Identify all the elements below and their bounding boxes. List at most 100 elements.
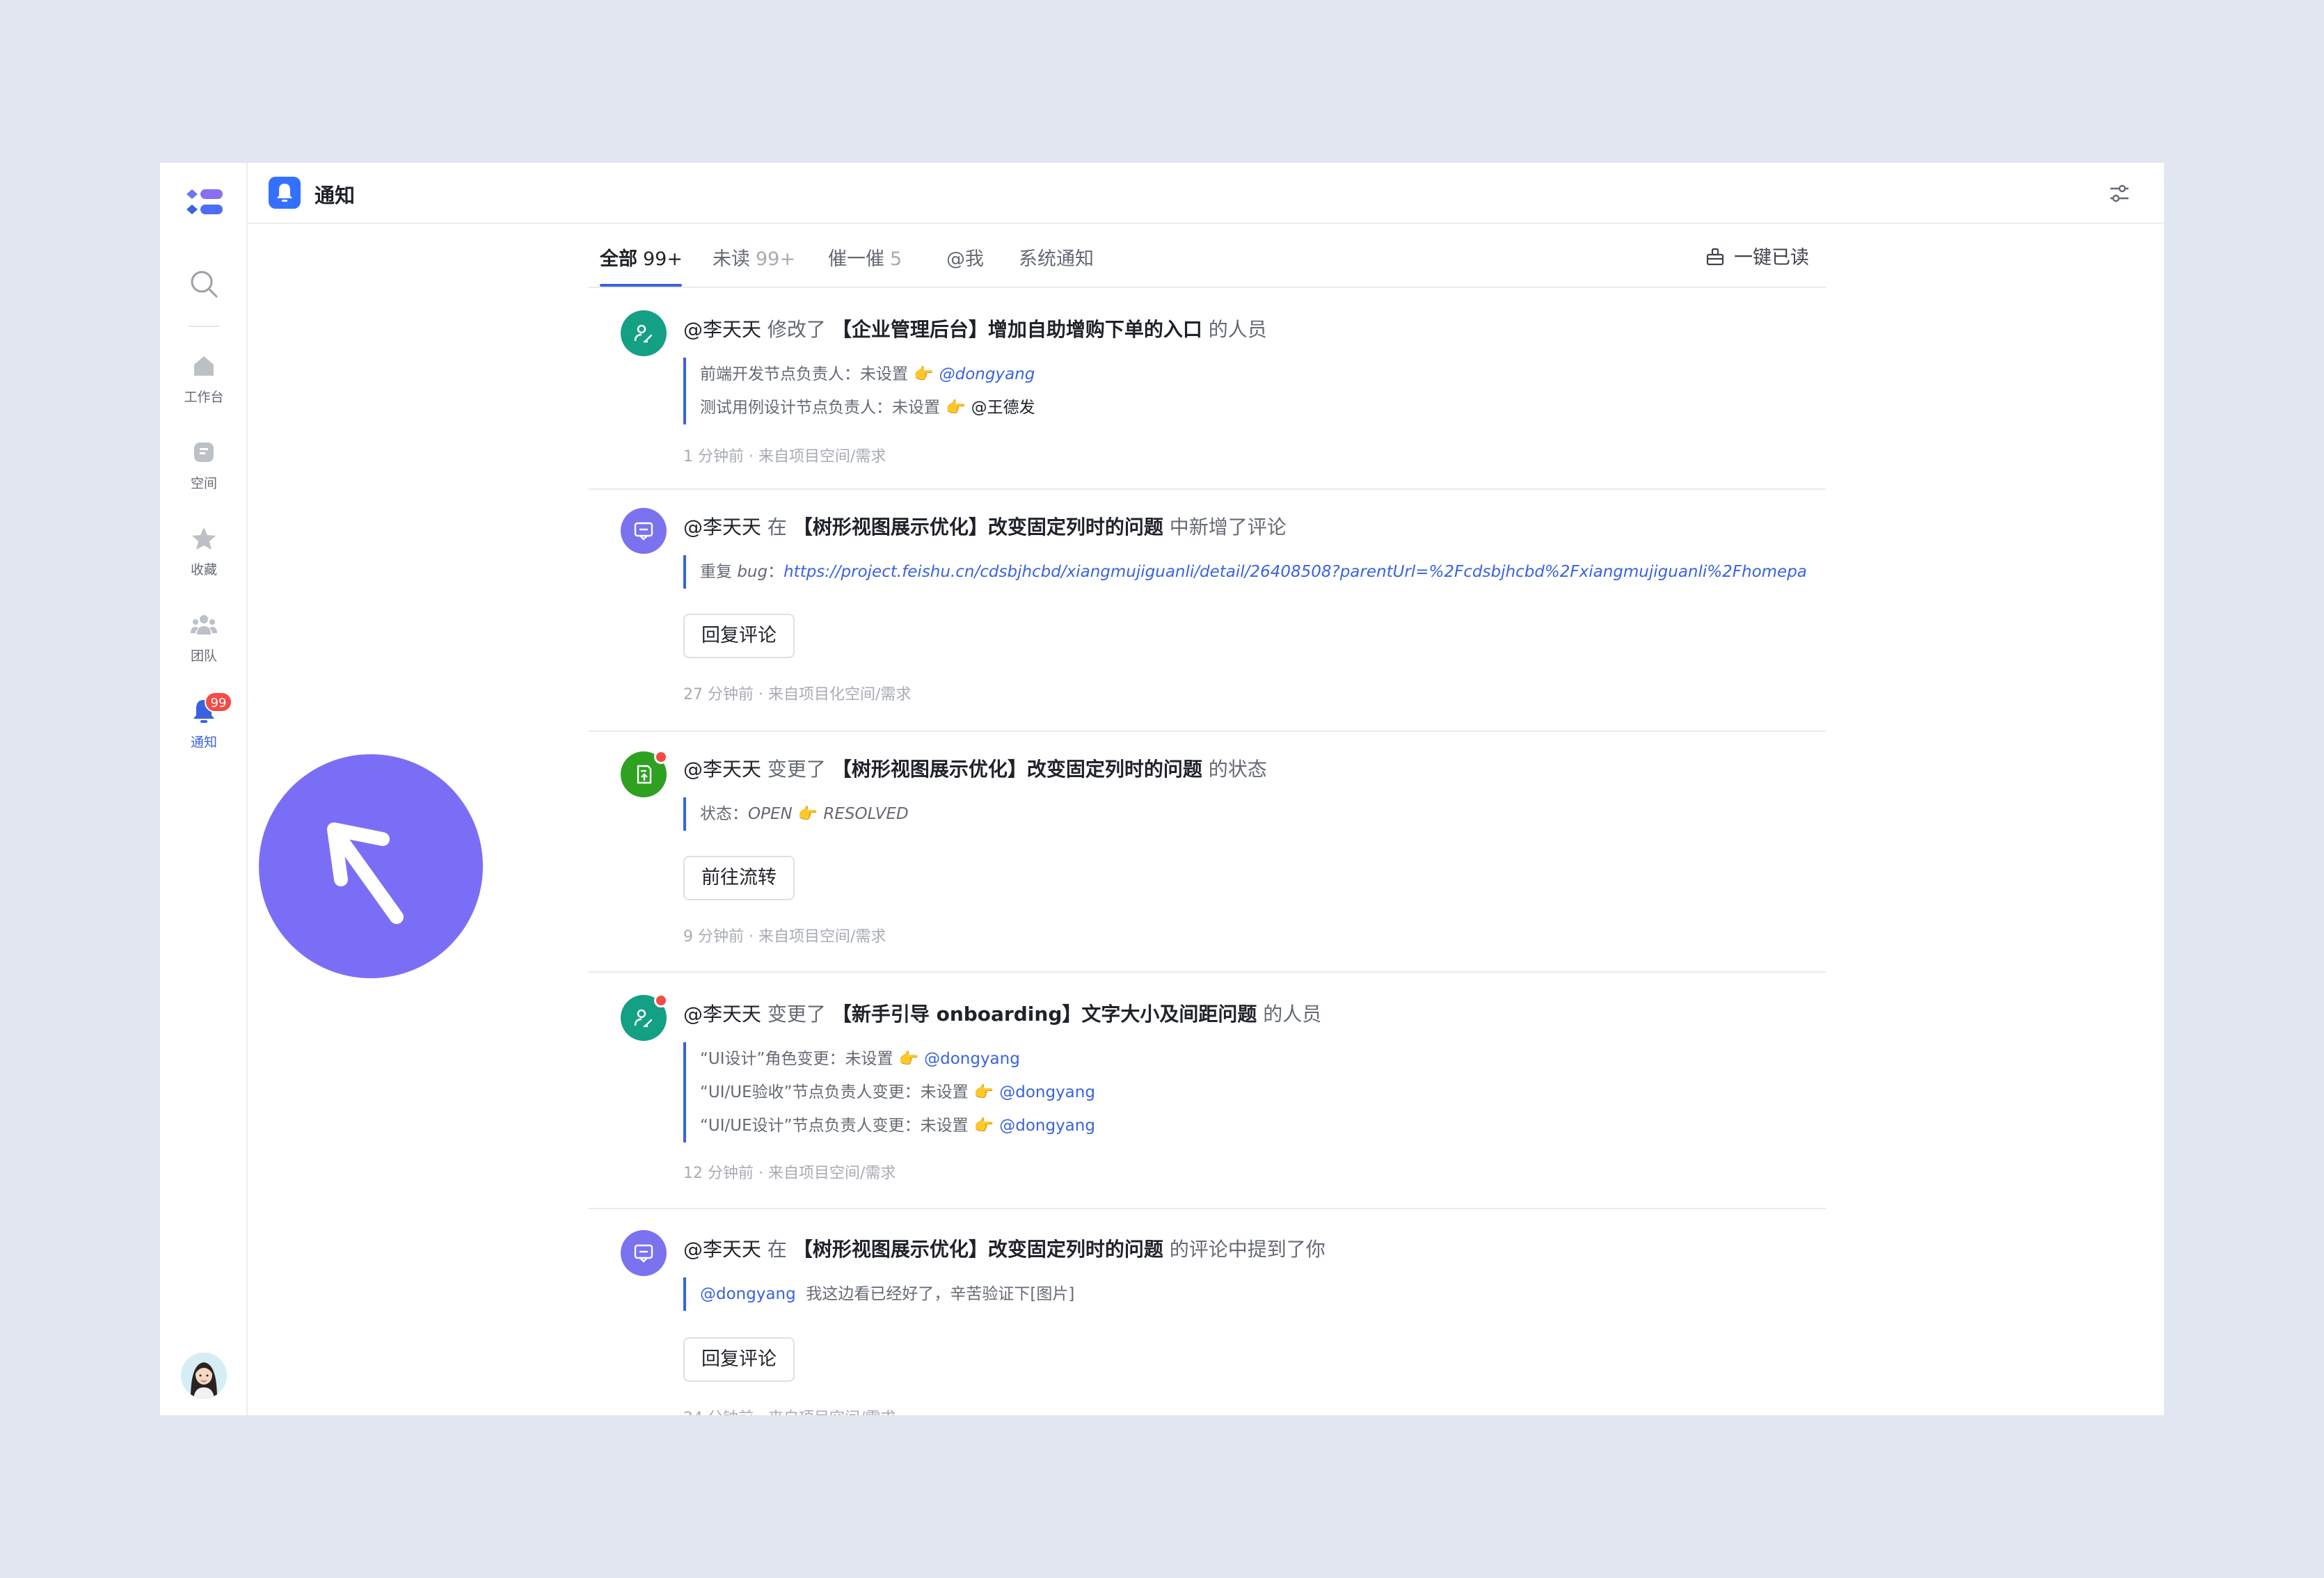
notification-item[interactable]: @李天天 修改了 【企业管理后台】增加自助增购下单的入口 的人员 前端开发节点负… [589,289,1826,490]
notification-meta: 24 分钟前 · 来自项目空间/需求 [683,1405,896,1415]
status-transfer-icon [637,765,652,784]
tab-all[interactable]: 全部 99+ [600,244,683,271]
tab-label: 催一催 [828,248,884,270]
cursor-highlight [259,754,483,978]
actor-name[interactable]: @李天天 [683,516,761,539]
comment-icon-circle [621,508,667,554]
pointing-hand-icon: 👉 [898,1050,919,1068]
change-line: “UI/UE设计”节点负责人变更：未设置 👉 @dongyang [700,1117,1095,1135]
notification-meta: 1 分钟前 · 来自项目空间/需求 [683,448,886,465]
assignee-change-icon [621,994,668,1041]
comment-line: 重复 bug：https://project.feishu.cn/cdsbjhc… [700,563,1807,581]
item-link[interactable]: 【树形视图展示优化】改变固定列时的问题 [793,1238,1163,1261]
mark-all-read-label: 一键已读 [1734,247,1809,269]
sidebar-item-workbench[interactable]: 工作台 [160,352,248,406]
page-title: 通知 [315,184,356,207]
user-mention[interactable]: @dongyang [999,1117,1095,1135]
assignee-change-icon [621,310,667,356]
sidebar: 工作台 空间 收藏 团队 99 通知 [160,163,248,1415]
pointing-hand-icon: 👉 [946,399,966,417]
avatar-icon [181,1353,227,1398]
notification-app-icon [269,177,301,209]
item-link[interactable]: 【树形视图展示优化】改变固定列时的问题 [832,758,1202,781]
sidebar-item-favorites[interactable]: 收藏 [160,525,248,578]
person-edit-icon [634,324,653,343]
bell-icon [277,184,292,202]
change-line: 前端开发节点负责人：未设置 👉 @dongyang [700,365,1035,383]
person-edit-icon [634,1009,653,1028]
user-avatar[interactable] [181,1353,227,1398]
tab-count: 99+ [643,248,683,270]
user-mention[interactable]: @dongyang [999,1083,1095,1101]
user-mention[interactable]: @dongyang [939,365,1035,383]
comment-text: 我这边看已经好了，辛苦验证下[图片] [806,1285,1075,1303]
tab-unread[interactable]: 未读 99+ [713,244,795,271]
change-line: “UI/UE验收”节点负责人变更：未设置 👉 @dongyang [700,1083,1095,1101]
comment-url-link[interactable]: https://project.feishu.cn/cdsbjhcbd/xian… [783,563,1807,581]
notification-title: @李天天 变更了 【树形视图展示优化】改变固定列时的问题 的状态 [683,754,1267,782]
notification-tabs: 全部 99+ 未读 99+ 催一催 5 @我 系统通知 一键已读 [589,224,1826,288]
broom-icon [1706,248,1724,266]
action-verb: 变更了 [767,1003,826,1026]
change-detail-quote: 前端开发节点负责人：未设置 👉 @dongyang 测试用例设计节点负责人：未设置 👉… [683,358,1035,424]
unread-dot [654,994,668,1007]
comment-icon [634,522,653,541]
tab-count: 5 [890,248,902,270]
sidebar-item-team[interactable]: 团队 [160,611,248,664]
app-logo-icon[interactable] [185,186,224,217]
comment-quote: 重复 bug：https://project.feishu.cn/cdsbjhc… [683,555,1826,589]
notification-item[interactable]: @李天天 变更了 【树形视图展示优化】改变固定列时的问题 的状态 状态：OPEN… [589,733,1826,973]
comment-icon [634,1244,653,1263]
action-suffix: 的状态 [1208,758,1267,781]
action-suffix: 的人员 [1208,318,1267,341]
home-icon [194,356,214,376]
tab-mentions[interactable]: @我 [946,244,984,271]
sidebar-item-label: 团队 [190,648,217,664]
filter-settings-icon[interactable] [2107,181,2132,206]
tab-count: 99+ [756,248,795,270]
mark-all-read-button[interactable]: 一键已读 [1705,242,1809,269]
search-icon[interactable] [189,269,219,299]
actor-name[interactable]: @李天天 [683,318,761,341]
actor-name[interactable]: @李天天 [683,758,761,781]
sidebar-item-notifications[interactable]: 99 通知 [160,692,248,751]
arrow-up-left-icon [327,822,404,924]
reply-comment-button[interactable]: 回复评论 [683,1337,795,1382]
pointing-hand-icon: 👉 [914,365,934,383]
page-header: 通知 [248,163,2164,224]
notification-meta: 27 分钟前 · 来自项目化空间/需求 [683,686,912,703]
item-link[interactable]: 【企业管理后台】增加自助增购下单的入口 [832,318,1202,341]
user-mention[interactable]: @王德发 [971,399,1035,417]
item-link[interactable]: 【新手引导 onboarding】文字大小及间距问题 [832,1003,1257,1026]
actor-name[interactable]: @李天天 [683,1238,761,1261]
sidebar-item-space[interactable]: 空间 [160,438,248,492]
notification-title: @李天天 变更了 【新手引导 onboarding】文字大小及间距问题 的人员 [683,999,1321,1027]
go-transition-button[interactable]: 前往流转 [683,856,795,900]
user-mention[interactable]: @dongyang [924,1050,1020,1068]
action-suffix: 的人员 [1263,1003,1322,1026]
tab-nudge[interactable]: 催一催 5 [828,244,902,271]
sidebar-item-label: 工作台 [184,390,224,405]
notification-item[interactable]: @李天天 在 【树形视图展示优化】改变固定列时的问题 中新增了评论 重复 bug… [589,491,1826,732]
tab-label: @我 [946,248,984,270]
status-change-icon-circle [621,750,668,797]
change-detail-quote: “UI设计”角色变更：未设置 👉 @dongyang “UI/UE验收”节点负责人变… [683,1042,1095,1142]
team-icon [191,615,217,635]
sidebar-divider [189,326,219,327]
notification-item[interactable]: @李天天 变更了 【新手引导 onboarding】文字大小及间距问题 的人员 … [589,974,1826,1209]
sidebar-item-label: 空间 [190,476,217,491]
sidebar-item-label: 收藏 [190,562,217,577]
tab-label: 系统通知 [1019,248,1094,270]
reply-comment-button[interactable]: 回复评论 [683,614,795,658]
actor-name[interactable]: @李天天 [683,1003,761,1026]
comment-quote: @dongyang 我这边看已经好了，辛苦验证下[图片] [683,1277,1074,1311]
notification-item[interactable]: @李天天 在 【树形视图展示优化】改变固定列时的问题 的评论中提到了你 @don… [589,1211,1826,1415]
pointing-hand-icon: 👉 [797,805,818,823]
unread-dot [654,750,668,764]
pointing-hand-icon: 👉 [973,1117,994,1135]
pointing-hand-icon: 👉 [973,1083,994,1101]
item-link[interactable]: 【树形视图展示优化】改变固定列时的问题 [793,516,1163,539]
user-mention[interactable]: @dongyang [700,1285,796,1303]
tab-system[interactable]: 系统通知 [1019,244,1094,271]
comment-line: @dongyang 我这边看已经好了，辛苦验证下[图片] [700,1277,1074,1311]
